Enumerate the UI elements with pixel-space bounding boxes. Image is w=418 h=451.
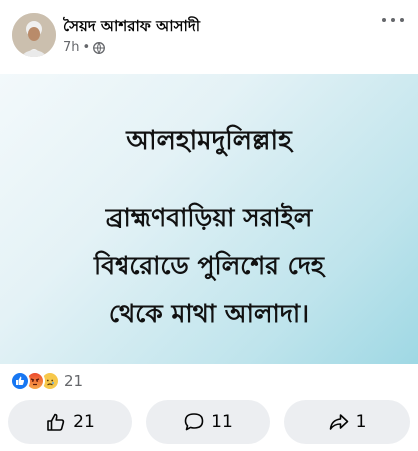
- like-button[interactable]: 21: [8, 400, 132, 444]
- author-name[interactable]: সৈয়দ আশরাফ আসাদী: [63, 15, 200, 40]
- author-avatar[interactable]: [12, 13, 56, 57]
- image-text-line4: থেকে মাথা আলাদা।: [108, 299, 310, 328]
- action-bar: 21 11 1: [0, 400, 418, 444]
- comment-button[interactable]: 11: [146, 400, 270, 444]
- comment-count: 11: [211, 412, 233, 432]
- share-arrow-icon: [328, 411, 350, 433]
- comment-icon: [183, 411, 205, 433]
- share-count: 1: [355, 412, 367, 432]
- post-header: সৈয়দ আশরাফ আসাদী 7h •: [0, 0, 418, 72]
- post-image[interactable]: আলহামদুলিল্লাহ ব্রাহ্মণবাড়িয়া সরাইল বি…: [0, 74, 418, 364]
- meta-separator: •: [82, 40, 91, 55]
- share-button[interactable]: 1: [284, 400, 410, 444]
- image-text-line2: ব্রাহ্মণবাড়িয়া সরাইল: [105, 203, 313, 232]
- image-text-line1: আলহামদুলিল্লাহ: [126, 126, 292, 156]
- like-reaction-icon: [10, 371, 30, 391]
- image-text-line3: বিশ্বরোডে পুলিশের দেহ: [94, 251, 324, 280]
- post-meta: 7h •: [63, 40, 106, 55]
- like-count: 21: [73, 412, 95, 432]
- reaction-count: 21: [64, 372, 84, 390]
- reaction-summary[interactable]: 21: [10, 369, 83, 393]
- globe-icon: [93, 41, 106, 54]
- thumbs-up-icon: [45, 411, 67, 433]
- more-options-icon[interactable]: [382, 14, 404, 26]
- post-time[interactable]: 7h: [63, 40, 80, 55]
